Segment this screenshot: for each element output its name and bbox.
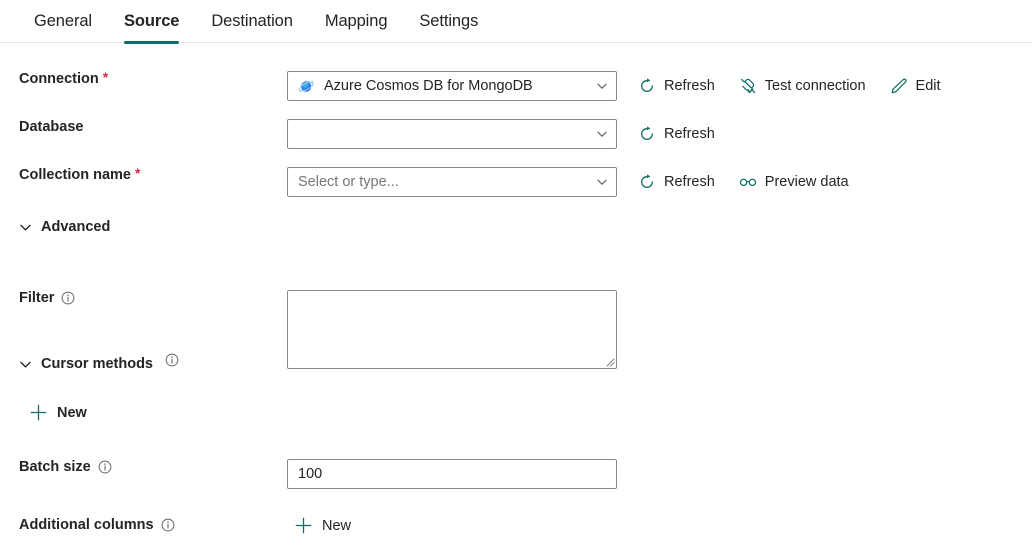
connection-value: Azure Cosmos DB for MongoDB (324, 78, 533, 94)
refresh-icon (641, 174, 653, 188)
cursor-methods-new-row: New (0, 404, 1032, 421)
tab-general[interactable]: General (18, 0, 108, 44)
cursor-methods-new-cell: New (0, 404, 287, 421)
collection-actions: Refresh Preview data (638, 167, 873, 197)
info-icon[interactable] (165, 353, 179, 367)
additional-columns-new-button[interactable]: New (295, 517, 617, 534)
test-connection-button[interactable]: Test connection (739, 71, 890, 101)
database-actions: Refresh (638, 119, 739, 149)
additional-columns-control: New (287, 517, 617, 534)
batch-size-row: Batch size (0, 459, 1032, 489)
filter-label-text: Filter (19, 290, 55, 306)
collection-refresh-button[interactable]: Refresh (638, 167, 739, 197)
database-refresh-label: Refresh (664, 126, 715, 142)
refresh-icon (641, 78, 653, 92)
edit-connection-label: Edit (915, 78, 941, 94)
additional-columns-new-label: New (322, 517, 352, 534)
preview-data-button[interactable]: Preview data (739, 167, 873, 197)
filter-control (287, 290, 617, 369)
collection-row: Collection name * Select or type... Refr… (0, 165, 1032, 197)
additional-columns-row: Additional columns New (0, 517, 1032, 534)
database-label: Database (0, 119, 287, 135)
info-icon[interactable] (61, 291, 75, 305)
chevron-down-icon (597, 179, 607, 185)
chevron-down-icon (597, 131, 607, 137)
connection-actions: Refresh Test connection Edit (638, 71, 965, 101)
chevron-down-icon (20, 361, 31, 368)
chevron-down-icon (20, 224, 31, 231)
additional-columns-label: Additional columns (0, 517, 287, 533)
azure-cosmos-db-icon (298, 80, 314, 92)
database-row: Database Refresh (0, 119, 1032, 149)
database-dropdown[interactable] (287, 119, 617, 149)
connection-refresh-label: Refresh (664, 78, 715, 94)
collection-control: Select or type... (287, 167, 617, 197)
batch-size-control (287, 459, 617, 489)
tab-destination[interactable]: Destination (195, 0, 308, 44)
connection-row: Connection * Azure Cosmos DB for MongoDB… (0, 69, 1032, 101)
connection-label: Connection * (0, 69, 287, 87)
plug-check-icon (740, 78, 756, 94)
tab-mapping[interactable]: Mapping (309, 0, 404, 44)
collection-label: Collection name * (0, 165, 287, 183)
pencil-icon (891, 78, 907, 94)
tab-bar: General Source Destination Mapping Setti… (0, 0, 1032, 44)
cursor-methods-section-header[interactable]: Cursor methods (19, 353, 179, 372)
collection-dropdown[interactable]: Select or type... (287, 167, 617, 197)
additional-columns-label-text: Additional columns (19, 517, 154, 533)
edit-connection-button[interactable]: Edit (890, 71, 965, 101)
required-asterisk: * (135, 165, 141, 181)
refresh-icon (641, 126, 653, 140)
preview-data-label: Preview data (764, 174, 849, 190)
connection-refresh-button[interactable]: Refresh (638, 71, 739, 101)
connection-label-text: Connection (19, 71, 99, 87)
chevron-down-icon (597, 83, 607, 89)
database-control (287, 119, 617, 149)
collection-label-text: Collection name (19, 167, 131, 183)
filter-textarea-wrap (287, 290, 617, 369)
collection-refresh-label: Refresh (664, 174, 715, 190)
database-label-text: Database (19, 119, 84, 135)
plus-icon (295, 517, 312, 534)
tab-settings[interactable]: Settings (403, 0, 494, 44)
filter-input[interactable] (287, 290, 617, 369)
batch-size-input[interactable] (287, 459, 617, 489)
info-icon[interactable] (161, 518, 175, 532)
cursor-methods-new-label: New (57, 404, 87, 421)
info-icon[interactable] (98, 460, 112, 474)
connection-control: Azure Cosmos DB for MongoDB (287, 71, 617, 101)
cursor-methods-new-button[interactable]: New (30, 404, 87, 421)
glasses-icon (739, 178, 756, 187)
batch-size-label: Batch size (0, 459, 287, 475)
advanced-section-header[interactable]: Advanced (19, 219, 110, 235)
cursor-methods-section-label: Cursor methods (41, 356, 153, 372)
test-connection-label: Test connection (764, 78, 866, 94)
database-refresh-button[interactable]: Refresh (638, 119, 739, 149)
collection-placeholder: Select or type... (298, 174, 399, 190)
filter-label: Filter (0, 290, 287, 306)
plus-icon (30, 404, 47, 421)
required-asterisk: * (102, 69, 109, 85)
connection-dropdown[interactable]: Azure Cosmos DB for MongoDB (287, 71, 617, 101)
tab-source[interactable]: Source (108, 0, 195, 44)
batch-size-label-text: Batch size (19, 459, 91, 475)
advanced-section-label: Advanced (41, 219, 111, 235)
